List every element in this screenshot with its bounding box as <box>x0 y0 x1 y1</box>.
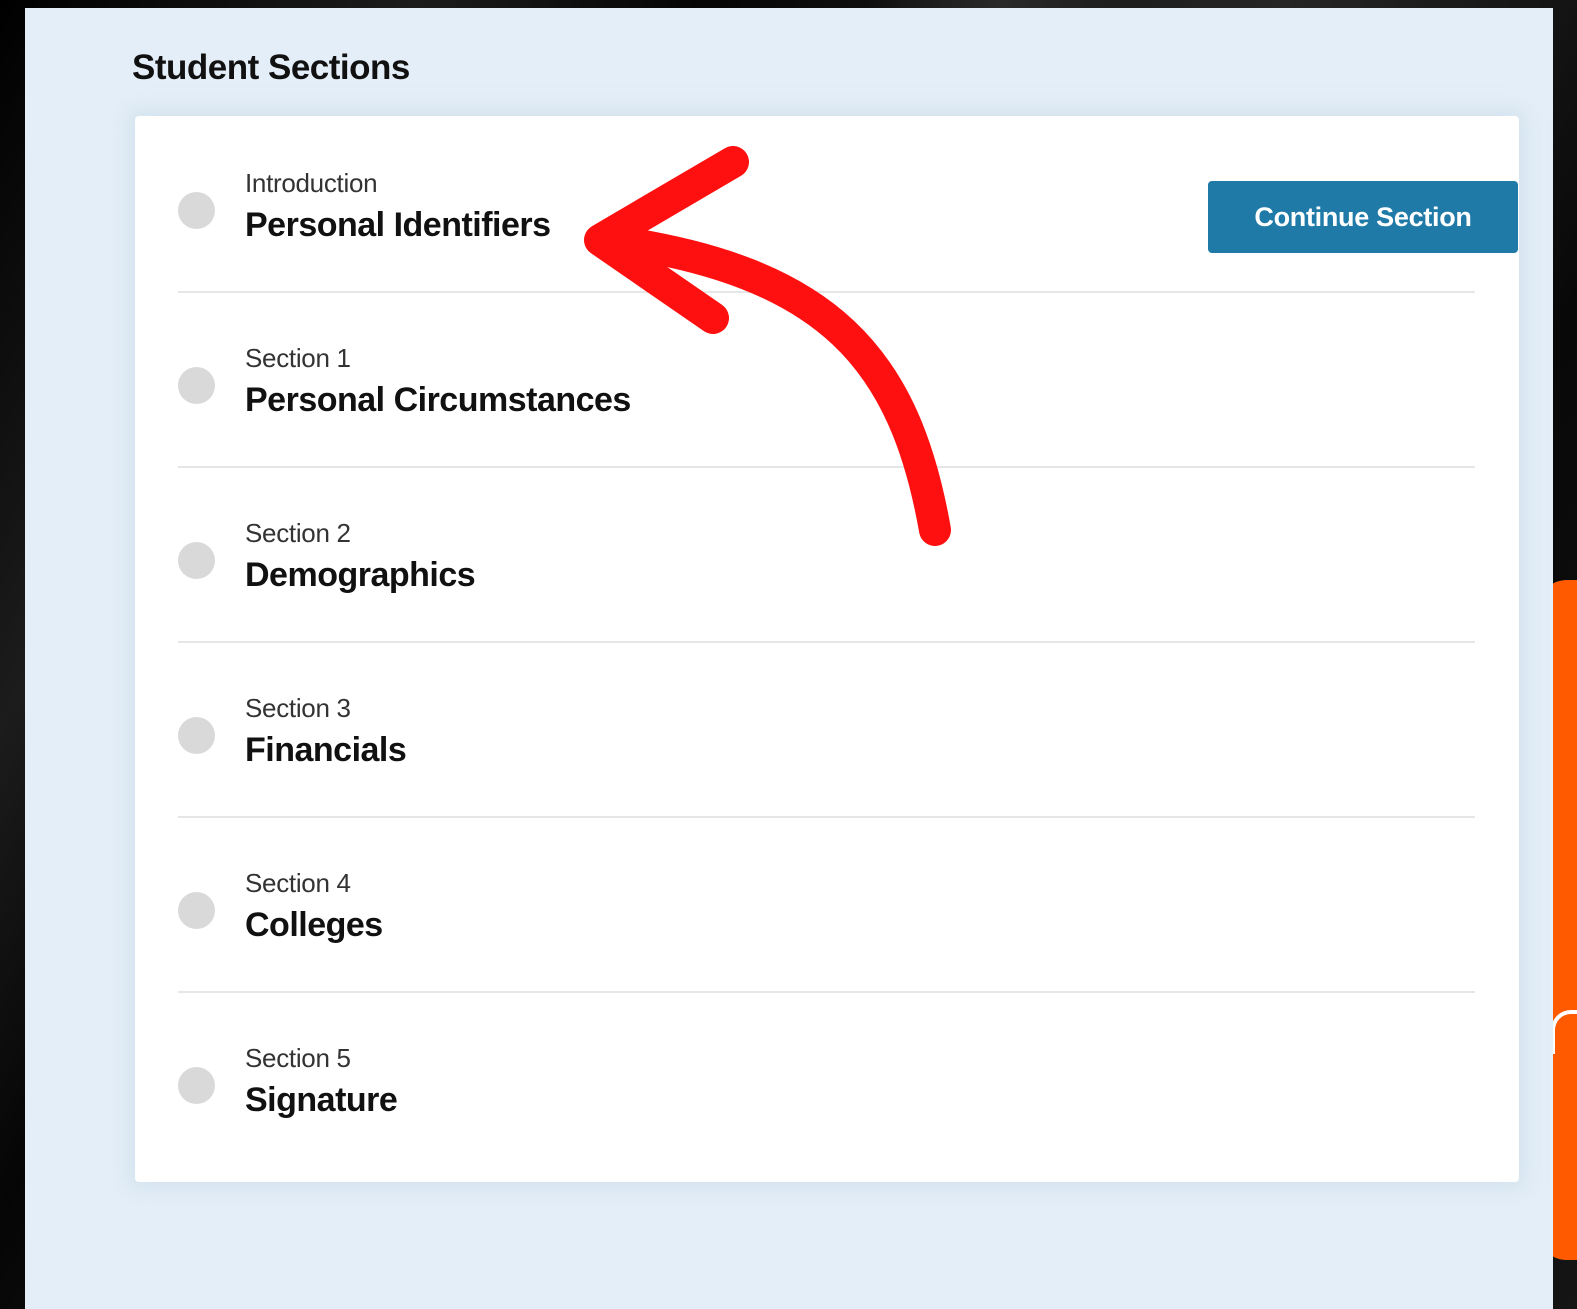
section-title: Demographics <box>245 556 476 594</box>
status-circle-icon <box>178 892 215 929</box>
status-circle-icon <box>178 192 215 229</box>
section-kicker: Introduction <box>245 168 378 198</box>
continue-section-button[interactable]: Continue Section <box>1208 181 1518 253</box>
section-title: Personal Circumstances <box>245 381 631 419</box>
section-title: Financials <box>245 731 407 769</box>
sections-card: Introduction Personal Identifiers Contin… <box>135 116 1519 1182</box>
status-circle-icon <box>178 542 215 579</box>
section-kicker: Section 1 <box>245 343 351 373</box>
section-kicker: Section 5 <box>245 1043 351 1073</box>
section-row-section-5[interactable]: Section 5 Signature <box>178 991 1475 1166</box>
page-title: Student Sections <box>132 48 410 87</box>
section-kicker: Section 3 <box>245 693 351 723</box>
section-title: Signature <box>245 1081 398 1119</box>
status-circle-icon <box>178 717 215 754</box>
section-title: Colleges <box>245 906 383 944</box>
section-row-section-1[interactable]: Section 1 Personal Circumstances <box>178 291 1475 468</box>
section-kicker: Section 2 <box>245 518 351 548</box>
section-title: Personal Identifiers <box>245 206 551 244</box>
status-circle-icon <box>178 1067 215 1104</box>
section-row-introduction[interactable]: Introduction Personal Identifiers Contin… <box>178 116 1518 293</box>
section-row-section-4[interactable]: Section 4 Colleges <box>178 816 1475 993</box>
section-row-section-2[interactable]: Section 2 Demographics <box>178 466 1475 643</box>
section-row-section-3[interactable]: Section 3 Financials <box>178 641 1475 818</box>
student-sections-panel: Student Sections Introduction Personal I… <box>25 8 1553 1309</box>
section-kicker: Section 4 <box>245 868 351 898</box>
status-circle-icon <box>178 367 215 404</box>
white-curve-decoration <box>1551 1010 1577 1054</box>
